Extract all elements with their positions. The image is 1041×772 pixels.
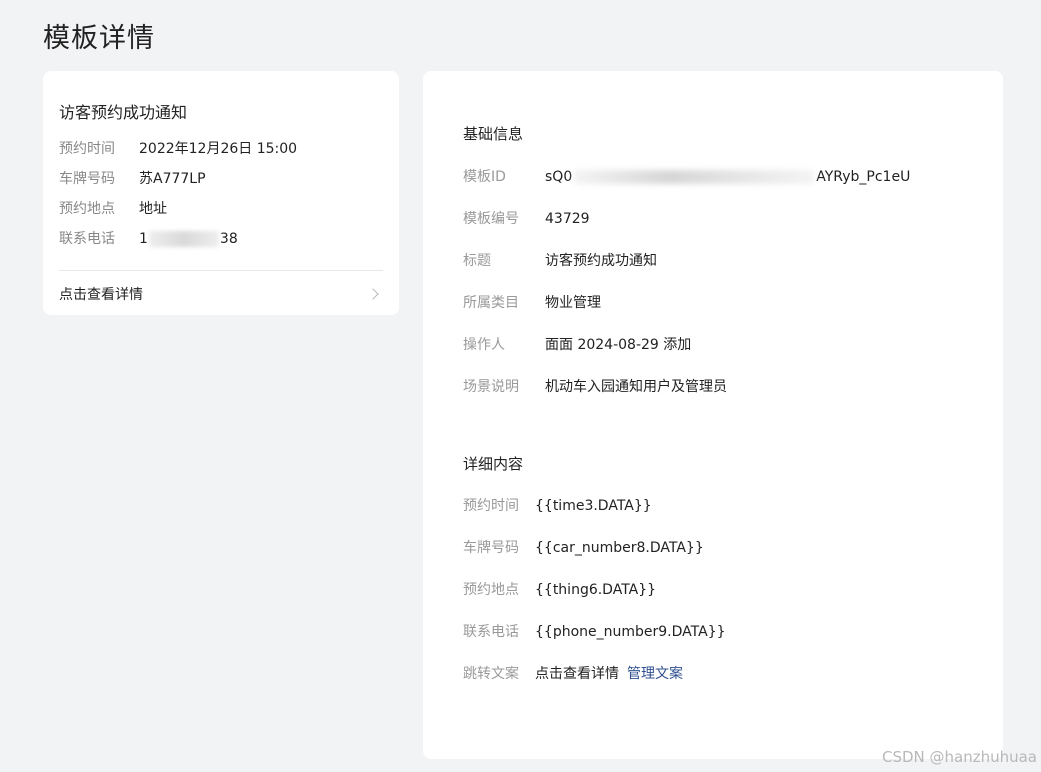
page-title: 模板详情 xyxy=(43,23,155,54)
basic-info-title: 基础信息 xyxy=(463,125,524,143)
preview-value: 地址 xyxy=(139,201,167,217)
field-label: 操作人 xyxy=(463,337,505,353)
field-placeholder: {{time3.DATA}} xyxy=(535,498,652,514)
view-details-label: 点击查看详情 xyxy=(59,287,143,303)
content-row: 联系电话 {{phone_number9.DATA}} xyxy=(463,622,726,664)
field-label: 模板ID xyxy=(463,169,506,185)
field-label: 跳转文案 xyxy=(463,666,519,682)
preview-label: 联系电话 xyxy=(59,231,115,247)
preview-fields: 预约时间 2022年12月26日 15:00 车牌号码 苏A777LP 预约地点… xyxy=(59,139,297,259)
preview-value: 2022年12月26日 15:00 xyxy=(139,141,298,157)
preview-row: 联系电话 1 38 xyxy=(59,229,297,259)
template-id-value: sQ0 AYRyb_Pc1eU xyxy=(545,167,910,209)
preview-divider xyxy=(59,270,383,271)
phone-suffix: 38 xyxy=(219,231,238,247)
template-id-redaction xyxy=(574,170,815,184)
watermark: CSDN @hanzhuhuaa xyxy=(881,748,1037,766)
operator-value: 面面 2024-08-29 添加 xyxy=(545,337,692,353)
jump-text-row: 跳转文案 点击查看详情 管理文案 xyxy=(463,664,726,706)
template-detail-card: 基础信息 模板ID sQ0 AYRyb_Pc1eU 模板编号 43729 标题 访… xyxy=(423,71,1003,759)
operator-row: 操作人 面面 2024-08-29 添加 xyxy=(463,335,910,377)
subject-value: 访客预约成功通知 xyxy=(545,253,657,269)
view-details-link[interactable]: 点击查看详情 xyxy=(59,283,383,305)
field-label: 联系电话 xyxy=(463,624,519,640)
field-label: 模板编号 xyxy=(463,211,519,227)
content-row: 预约地点 {{thing6.DATA}} xyxy=(463,580,726,622)
phone-redaction xyxy=(148,231,219,247)
category-row: 所属类目 物业管理 xyxy=(463,293,910,335)
field-label: 预约地点 xyxy=(463,582,519,598)
preview-label: 预约时间 xyxy=(59,141,115,157)
content-row: 车牌号码 {{car_number8.DATA}} xyxy=(463,538,726,580)
preview-value: 苏A777LP xyxy=(139,171,206,187)
subject-row: 标题 访客预约成功通知 xyxy=(463,251,910,293)
basic-info-fields: 模板ID sQ0 AYRyb_Pc1eU 模板编号 43729 标题 访客预约成功… xyxy=(463,167,910,419)
preview-row: 车牌号码 苏A777LP xyxy=(59,169,297,199)
preview-label: 车牌号码 xyxy=(59,171,115,187)
field-label: 标题 xyxy=(463,253,491,269)
manage-text-link[interactable]: 管理文案 xyxy=(627,664,683,706)
field-placeholder: {{phone_number9.DATA}} xyxy=(535,624,726,640)
detail-content-title: 详细内容 xyxy=(463,455,524,473)
preview-title: 访客预约成功通知 xyxy=(59,103,188,122)
jump-text-value: 点击查看详情 xyxy=(535,666,619,682)
chevron-right-icon xyxy=(367,288,379,300)
phone-prefix: 1 xyxy=(139,231,148,247)
template-id-suffix: AYRyb_Pc1eU xyxy=(816,169,911,185)
field-placeholder: {{thing6.DATA}} xyxy=(535,582,657,598)
detail-content-fields: 预约时间 {{time3.DATA}} 车牌号码 {{car_number8.D… xyxy=(463,496,726,706)
preview-row: 预约地点 地址 xyxy=(59,199,297,229)
field-label: 车牌号码 xyxy=(463,540,519,556)
content-row: 预约时间 {{time3.DATA}} xyxy=(463,496,726,538)
preview-phone-value: 1 38 xyxy=(139,229,238,259)
field-label: 场景说明 xyxy=(463,379,519,395)
scene-value: 机动车入园通知用户及管理员 xyxy=(545,379,727,395)
preview-row: 预约时间 2022年12月26日 15:00 xyxy=(59,139,297,169)
template-id-prefix: sQ0 xyxy=(545,169,573,185)
category-value: 物业管理 xyxy=(545,295,601,311)
field-label: 所属类目 xyxy=(463,295,519,311)
template-no-value: 43729 xyxy=(545,211,590,227)
field-label: 预约时间 xyxy=(463,498,519,514)
preview-label: 预约地点 xyxy=(59,201,115,217)
field-placeholder: {{car_number8.DATA}} xyxy=(535,540,704,556)
message-preview-card: 访客预约成功通知 预约时间 2022年12月26日 15:00 车牌号码 苏A7… xyxy=(43,71,399,315)
template-id-row: 模板ID sQ0 AYRyb_Pc1eU xyxy=(463,167,910,209)
scene-row: 场景说明 机动车入园通知用户及管理员 xyxy=(463,377,910,419)
template-no-row: 模板编号 43729 xyxy=(463,209,910,251)
